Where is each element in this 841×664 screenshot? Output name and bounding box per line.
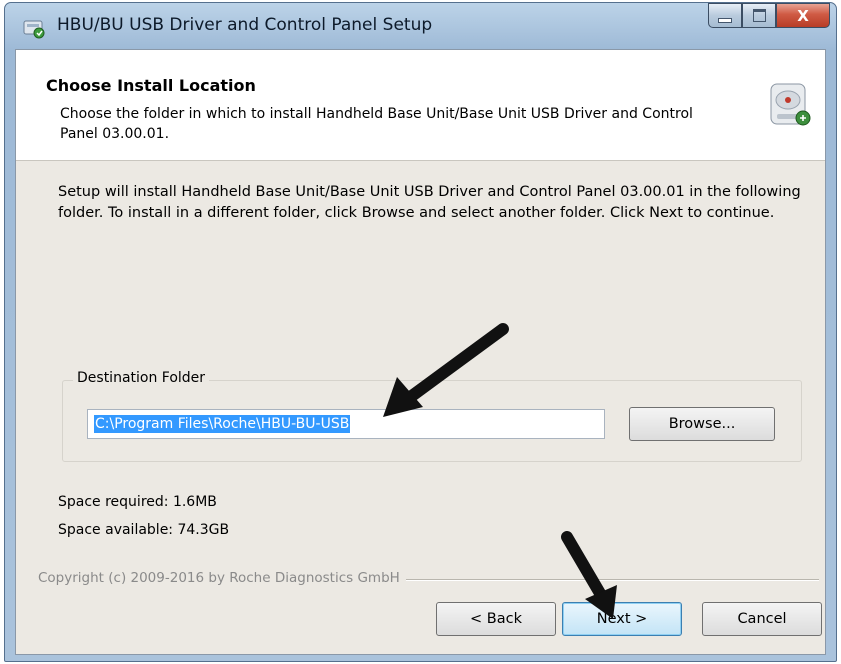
title-bar[interactable]: HBU/BU USB Driver and Control Panel Setu… bbox=[5, 3, 836, 49]
installer-disk-icon bbox=[770, 83, 811, 126]
caption-buttons: X bbox=[708, 3, 830, 29]
cancel-button[interactable]: Cancel bbox=[702, 602, 822, 636]
next-button[interactable]: Next > bbox=[562, 602, 682, 636]
intro-text: Setup will install Handheld Base Unit/Ba… bbox=[58, 184, 801, 221]
dialog-client-area: Choose Install Location Choose the folde… bbox=[15, 49, 826, 655]
minimize-icon bbox=[718, 17, 732, 23]
maximize-icon bbox=[752, 9, 766, 22]
page-header: Choose Install Location Choose the folde… bbox=[16, 50, 825, 161]
copyright-text: Copyright (c) 2009-2016 by Roche Diagnos… bbox=[38, 570, 406, 586]
destination-path-input[interactable]: C:\Program Files\Roche\HBU-BU-USB bbox=[87, 409, 605, 439]
space-available: Space available: 74.3GB bbox=[58, 522, 230, 538]
installer-app-icon bbox=[23, 20, 45, 39]
close-button[interactable]: X bbox=[776, 3, 830, 28]
page-subtitle: Choose the folder in which to install Ha… bbox=[60, 106, 693, 142]
destination-path-value: C:\Program Files\Roche\HBU-BU-USB bbox=[94, 415, 351, 433]
destination-folder-group: Destination Folder C:\Program Files\Roch… bbox=[62, 370, 802, 462]
space-required: Space required: 1.6MB bbox=[58, 494, 217, 510]
browse-button[interactable]: Browse... bbox=[629, 407, 775, 441]
destination-folder-label: Destination Folder bbox=[73, 370, 210, 386]
close-icon: X bbox=[797, 6, 809, 25]
maximize-button[interactable] bbox=[742, 3, 776, 28]
window-title: HBU/BU USB Driver and Control Panel Setu… bbox=[57, 15, 433, 35]
back-button[interactable]: < Back bbox=[436, 602, 556, 636]
page-title: Choose Install Location bbox=[46, 76, 256, 95]
setup-window: HBU/BU USB Driver and Control Panel Setu… bbox=[4, 2, 837, 662]
minimize-button[interactable] bbox=[708, 3, 742, 28]
